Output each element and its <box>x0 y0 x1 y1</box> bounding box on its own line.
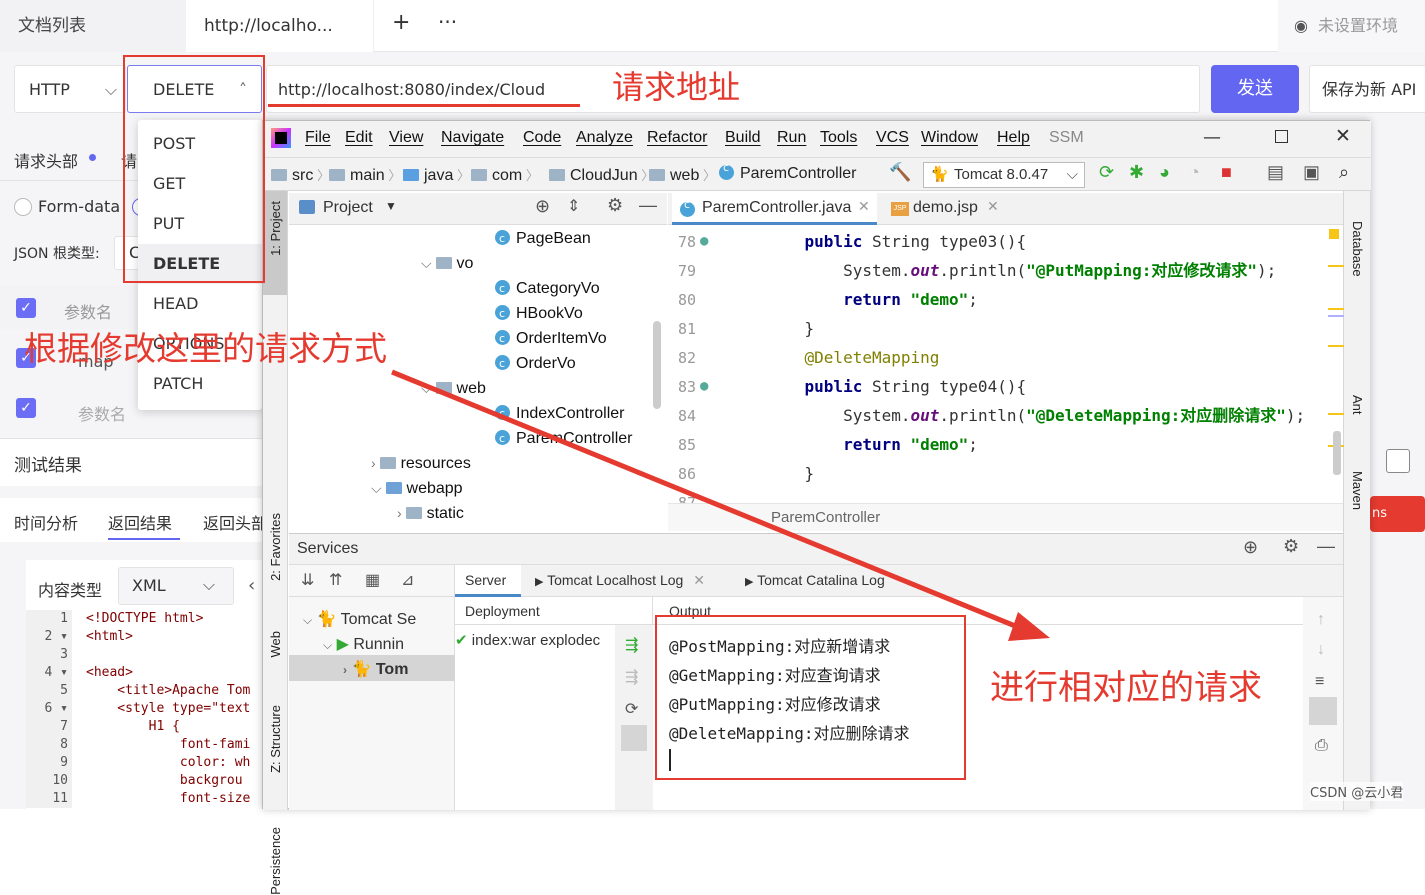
watermark: CSDN @云小君 <box>1310 782 1404 801</box>
tool-window-persistence[interactable]: Persistence <box>268 827 283 895</box>
annotation-arrow <box>391 369 1050 641</box>
